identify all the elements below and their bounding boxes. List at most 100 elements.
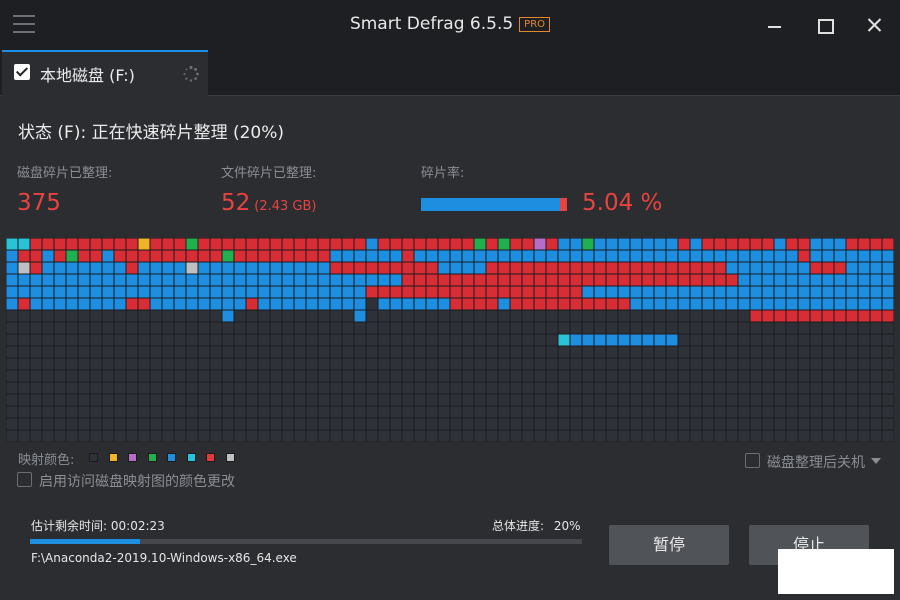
disk-cluster — [882, 382, 894, 394]
disk-cluster — [54, 286, 66, 298]
disk-cluster — [258, 334, 270, 346]
map-color-checkbox[interactable] — [17, 472, 32, 487]
disk-cluster — [438, 286, 450, 298]
disk-cluster — [234, 346, 246, 358]
disk-cluster — [18, 370, 30, 382]
disk-cluster — [570, 262, 582, 274]
disk-cluster — [858, 370, 870, 382]
disk-cluster — [714, 418, 726, 430]
disk-cluster — [450, 418, 462, 430]
file-frag-value: 52 (2.43 GB) — [221, 190, 317, 216]
disk-cluster — [150, 310, 162, 322]
disk-cluster — [630, 430, 642, 442]
disk-cluster — [258, 430, 270, 442]
disk-cluster — [546, 274, 558, 286]
disk-cluster — [234, 406, 246, 418]
disk-cluster — [342, 358, 354, 370]
disk-cluster — [858, 418, 870, 430]
disk-cluster — [78, 298, 90, 310]
disk-cluster — [126, 382, 138, 394]
disk-cluster — [174, 262, 186, 274]
disk-cluster — [834, 406, 846, 418]
disk-cluster — [606, 358, 618, 370]
disk-cluster — [486, 310, 498, 322]
disk-cluster — [18, 358, 30, 370]
disk-cluster — [642, 298, 654, 310]
disk-cluster — [150, 274, 162, 286]
disk-cluster — [234, 358, 246, 370]
disk-cluster — [294, 322, 306, 334]
disk-cluster — [474, 298, 486, 310]
disk-cluster — [90, 406, 102, 418]
disk-cluster — [582, 334, 594, 346]
disk-cluster — [606, 394, 618, 406]
disk-cluster — [210, 430, 222, 442]
disk-cluster — [474, 430, 486, 442]
disk-cluster — [414, 310, 426, 322]
disk-cluster — [666, 298, 678, 310]
disk-cluster — [234, 274, 246, 286]
disk-cluster — [546, 238, 558, 250]
disk-cluster — [858, 250, 870, 262]
disk-cluster — [54, 346, 66, 358]
disk-cluster — [582, 322, 594, 334]
disk-cluster — [414, 322, 426, 334]
disk-cluster — [66, 250, 78, 262]
disk-cluster — [678, 286, 690, 298]
disk-cluster — [198, 358, 210, 370]
disk-cluster — [306, 310, 318, 322]
disk-cluster — [186, 238, 198, 250]
disk-cluster — [558, 250, 570, 262]
chevron-down-icon[interactable] — [871, 458, 881, 464]
disk-cluster — [246, 370, 258, 382]
disk-cluster — [18, 250, 30, 262]
drive-checkbox[interactable] — [14, 64, 30, 80]
disk-cluster — [750, 346, 762, 358]
disk-cluster — [30, 370, 42, 382]
disk-cluster — [474, 370, 486, 382]
maximize-icon[interactable] — [812, 12, 838, 38]
disk-cluster — [306, 394, 318, 406]
disk-cluster — [150, 382, 162, 394]
disk-cluster — [486, 334, 498, 346]
disk-cluster — [774, 298, 786, 310]
disk-cluster — [30, 238, 42, 250]
disk-cluster — [738, 406, 750, 418]
disk-cluster — [786, 358, 798, 370]
disk-cluster — [858, 334, 870, 346]
disk-cluster — [246, 250, 258, 262]
disk-cluster — [390, 334, 402, 346]
disk-cluster — [414, 286, 426, 298]
disk-cluster — [18, 298, 30, 310]
close-icon[interactable] — [862, 12, 888, 38]
disk-cluster — [750, 382, 762, 394]
disk-cluster — [726, 346, 738, 358]
disk-cluster — [606, 430, 618, 442]
disk-cluster — [246, 238, 258, 250]
disk-cluster — [90, 430, 102, 442]
disk-cluster — [114, 310, 126, 322]
disk-cluster — [258, 346, 270, 358]
pause-button[interactable]: 暂停 — [609, 525, 729, 565]
disk-cluster — [426, 274, 438, 286]
disk-cluster — [222, 346, 234, 358]
disk-cluster — [354, 322, 366, 334]
disk-cluster — [582, 418, 594, 430]
disk-cluster — [222, 250, 234, 262]
disk-cluster — [342, 274, 354, 286]
disk-cluster — [66, 370, 78, 382]
disk-cluster — [114, 238, 126, 250]
disk-cluster — [522, 394, 534, 406]
disk-cluster — [726, 430, 738, 442]
shutdown-checkbox[interactable] — [745, 453, 760, 468]
minimize-icon[interactable] — [762, 12, 788, 38]
disk-cluster — [654, 310, 666, 322]
disk-cluster — [702, 430, 714, 442]
disk-cluster — [426, 346, 438, 358]
disk-cluster — [318, 274, 330, 286]
tab-drive-f[interactable]: 本地磁盘 (F:) — [2, 50, 208, 96]
disk-cluster — [282, 238, 294, 250]
disk-cluster — [726, 262, 738, 274]
disk-cluster — [486, 382, 498, 394]
disk-cluster — [606, 310, 618, 322]
